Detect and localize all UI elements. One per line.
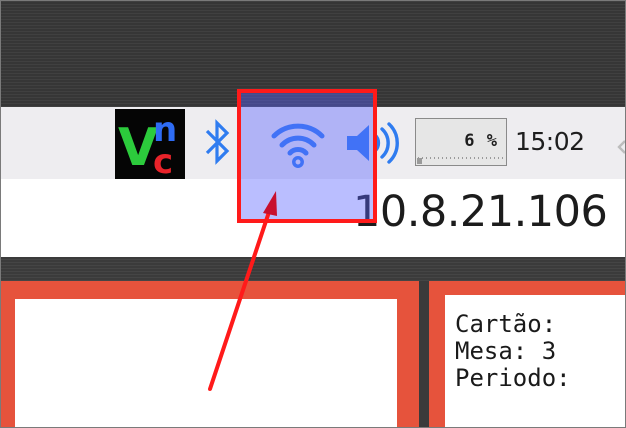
info-panel-lines: Cartão: Mesa: 3 Periodo: bbox=[455, 311, 571, 392]
info-panel: Cartão: Mesa: 3 Periodo: bbox=[429, 281, 625, 427]
cpu-usage-bar bbox=[417, 158, 422, 164]
info-line-cartao: Cartão: bbox=[455, 310, 557, 338]
tray-overflow-icon[interactable] bbox=[617, 139, 625, 163]
vnc-icon[interactable]: V n c bbox=[115, 109, 185, 182]
vnc-letter-c: c bbox=[153, 142, 173, 179]
ip-address-label: 10.8.21.106 bbox=[353, 187, 608, 237]
screenshot-frame: V n c 6 % 15:02 10.8.21.106 Cartão: Mesa… bbox=[0, 0, 626, 428]
left-panel-content bbox=[15, 299, 397, 427]
taskbar-clock[interactable]: 15:02 bbox=[515, 127, 585, 156]
highlight-box bbox=[237, 89, 377, 223]
info-line-periodo: Periodo: bbox=[455, 364, 571, 392]
header-divider bbox=[1, 257, 625, 281]
info-line-mesa: Mesa: 3 bbox=[455, 337, 557, 365]
panel-separator bbox=[419, 281, 429, 427]
bluetooth-icon[interactable] bbox=[203, 119, 233, 169]
cpu-usage-label: 6 % bbox=[464, 131, 498, 151]
cpu-usage-monitor[interactable]: 6 % bbox=[415, 118, 507, 166]
left-panel bbox=[1, 281, 419, 427]
cpu-usage-graph bbox=[418, 157, 504, 159]
